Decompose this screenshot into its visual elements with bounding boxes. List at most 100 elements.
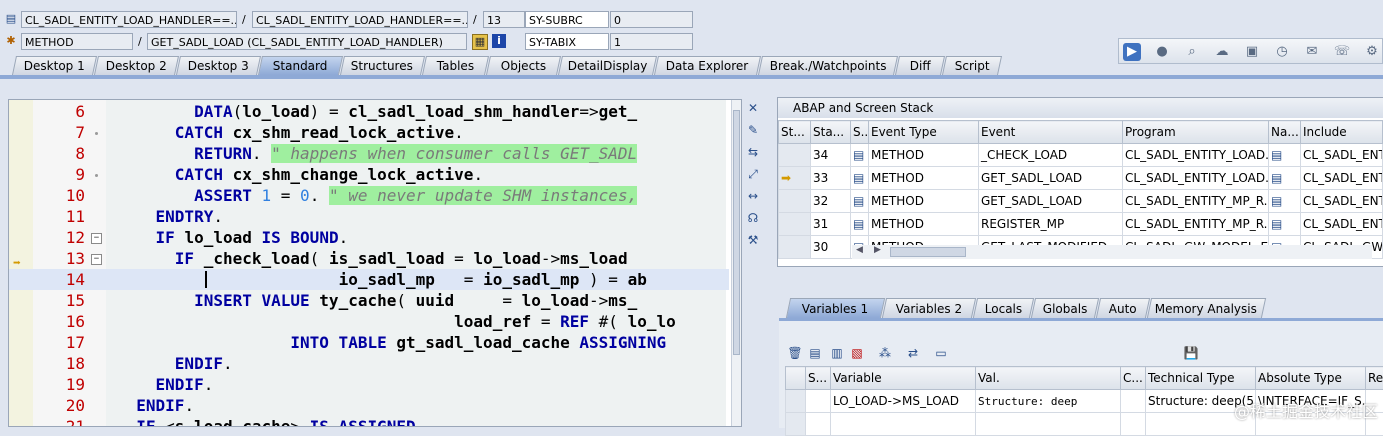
line-field[interactable]: 13: [483, 11, 525, 28]
code-line[interactable]: 11 ENDTRY.: [9, 206, 729, 227]
code-line[interactable]: 20 ENDIF.: [9, 395, 729, 416]
tab-standard[interactable]: Standard: [258, 56, 343, 75]
column-header[interactable]: S...: [806, 367, 831, 390]
code-line[interactable]: 8 RETURN. " happens when consumer calls …: [9, 143, 729, 164]
tab-underline: [0, 75, 1383, 79]
mail-icon[interactable]: ✉: [1303, 43, 1321, 61]
column-header[interactable]: C...: [1121, 367, 1146, 390]
source-code-editor[interactable]: 6 DATA(lo_load) = cl_sadl_load_shm_handl…: [8, 99, 742, 427]
collapse-toggle[interactable]: −: [91, 254, 102, 265]
display-object-icon[interactable]: ▦: [472, 34, 488, 50]
append-row-icon[interactable]: ▥: [829, 345, 845, 361]
tab-desktop-3[interactable]: Desktop 3: [176, 56, 261, 75]
column-header[interactable]: Val.: [976, 367, 1121, 390]
tab-objects[interactable]: Objects: [486, 56, 561, 75]
clock-icon[interactable]: ◷: [1273, 43, 1291, 61]
column-header[interactable]: Na...: [1269, 121, 1301, 144]
code-line[interactable]: 17 INTO TABLE gt_sadl_load_cache ASSIGNI…: [9, 332, 729, 353]
remove-row-icon[interactable]: ▧: [849, 345, 865, 361]
code-line[interactable]: 13−➡ IF _check_load( is_sadl_load = lo_l…: [9, 248, 729, 269]
code-line[interactable]: 21 IF <s_load_cache> IS ASSIGNED.: [9, 416, 729, 427]
tab-data-explorer[interactable]: Data Explorer: [654, 56, 761, 75]
editor-scroll-thumb[interactable]: [733, 110, 740, 355]
event-field[interactable]: GET_SADL_LOAD (CL_SADL_ENTITY_LOAD_HANDL…: [147, 33, 467, 50]
close-icon[interactable]: ✕: [745, 100, 761, 116]
settings-icon[interactable]: ⚙: [1363, 43, 1381, 61]
collapse-toggle[interactable]: −: [91, 233, 102, 244]
tab-variables-2[interactable]: Variables 2: [882, 298, 976, 318]
tab-variables-1[interactable]: Variables 1: [786, 298, 885, 318]
tab-locals[interactable]: Locals: [973, 298, 1034, 318]
column-header[interactable]: Program: [1123, 121, 1269, 144]
code-line[interactable]: 10 ASSERT 1 = 0. " we never update SHM i…: [9, 185, 729, 206]
save-icon[interactable]: 💾: [1183, 345, 1199, 361]
maximize-icon[interactable]: ⤢: [745, 166, 761, 182]
cloud-icon[interactable]: ☁: [1213, 43, 1231, 61]
tab-script[interactable]: Script: [942, 56, 1002, 75]
delete-icon[interactable]: 🗑: [787, 345, 803, 361]
tab-globals[interactable]: Globals: [1031, 298, 1099, 318]
code-line[interactable]: 6 DATA(lo_load) = cl_sadl_load_shm_handl…: [9, 101, 729, 122]
tab-breakpoints[interactable]: Break./Watchpoints: [758, 56, 898, 75]
column-header[interactable]: Event: [979, 121, 1123, 144]
search-icon[interactable]: ⌕: [1183, 43, 1201, 61]
event-type-field[interactable]: METHOD: [21, 33, 133, 50]
code-line[interactable]: 12− IF lo_load IS BOUND.: [9, 227, 729, 248]
column-header[interactable]: Event Type: [869, 121, 979, 144]
sysvar1-value[interactable]: 0: [610, 11, 693, 28]
column-header[interactable]: St...: [779, 121, 811, 144]
services-icon[interactable]: ⚒: [745, 232, 761, 248]
window-icon[interactable]: ▣: [1243, 43, 1261, 61]
code-line[interactable]: 9 CATCH cx_shm_change_lock_active.: [9, 164, 729, 185]
resize-icon[interactable]: ↔: [745, 188, 761, 204]
code-line[interactable]: 18 ENDIF.: [9, 353, 729, 374]
hierarchy-icon[interactable]: ⇄: [905, 345, 921, 361]
code-line[interactable]: 7 CATCH cx_shm_read_lock_active.: [9, 122, 729, 143]
code-line[interactable]: 16 load_ref = REF #( lo_lo: [9, 311, 729, 332]
stack-row[interactable]: 34▤METHOD_CHECK_LOADCL_SADL_ENTITY_LOAD.…: [779, 144, 1383, 167]
column-header[interactable]: Include: [1301, 121, 1383, 144]
code-line[interactable]: 14 io_sadl_mp = io_sadl_mp ) = ab: [9, 269, 729, 290]
editor-scrollbar[interactable]: [731, 100, 742, 426]
folder-icon[interactable]: ▭: [933, 345, 949, 361]
play-icon[interactable]: ▶: [1123, 43, 1141, 61]
column-header[interactable]: Sta...: [811, 121, 851, 144]
scroll-left-icon[interactable]: ◀: [856, 245, 863, 255]
tab-desktop-1[interactable]: Desktop 1: [12, 56, 97, 75]
program-name: CL_SADL_ENTITY_MP_R...: [1123, 190, 1269, 213]
insert-row-icon[interactable]: ▤: [807, 345, 823, 361]
code-line[interactable]: 15 INSERT VALUE ty_cache( uuid = lo_load…: [9, 290, 729, 311]
column-header[interactable]: Absolute Type: [1256, 367, 1366, 390]
new-tool-icon[interactable]: ✎: [745, 122, 761, 138]
sysvar1-name[interactable]: SY-SUBRC: [525, 11, 609, 28]
tab-desktop-2[interactable]: Desktop 2: [94, 56, 179, 75]
program-field[interactable]: CL_SADL_ENTITY_LOAD_HANDLER==...: [21, 11, 237, 28]
tab-tables[interactable]: Tables: [422, 56, 489, 75]
sysvar2-name[interactable]: SY-TABIX: [525, 33, 609, 50]
column-header[interactable]: S...: [851, 121, 869, 144]
stack-row[interactable]: 31▤METHODREGISTER_MPCL_SADL_ENTITY_MP_R.…: [779, 213, 1383, 236]
stack-row[interactable]: ➡33▤METHODGET_SADL_LOADCL_SADL_ENTITY_LO…: [779, 167, 1383, 190]
stack-row[interactable]: 32▤METHODGET_SADL_LOADCL_SADL_ENTITY_MP_…: [779, 190, 1383, 213]
headphones-icon[interactable]: ☊: [745, 210, 761, 226]
tab-auto[interactable]: Auto: [1096, 298, 1150, 318]
stack-hscroll-thumb[interactable]: [890, 247, 966, 257]
include-field[interactable]: CL_SADL_ENTITY_LOAD_HANDLER==...: [252, 11, 468, 28]
column-header[interactable]: Variable: [831, 367, 976, 390]
info-icon[interactable]: i: [492, 34, 506, 48]
tab-structures[interactable]: Structures: [340, 56, 425, 75]
tab-diff[interactable]: Diff: [895, 56, 945, 75]
scroll-right-icon[interactable]: ▶: [874, 245, 881, 255]
tree-icon[interactable]: ⁂: [877, 345, 893, 361]
phone-icon[interactable]: ☏: [1333, 43, 1351, 61]
sysvar2-value[interactable]: 1: [610, 33, 693, 50]
column-header[interactable]: [786, 367, 806, 390]
code-line[interactable]: 19 ENDIF.: [9, 374, 729, 395]
column-header[interactable]: Re: [1366, 367, 1383, 390]
user-icon[interactable]: ●: [1153, 43, 1171, 61]
tab-memory-analysis[interactable]: Memory Analysis: [1147, 298, 1266, 318]
swap-icon[interactable]: ⇆: [745, 144, 761, 160]
tab-detaildisplay[interactable]: DetailDisplay: [558, 56, 657, 75]
stack-hscroll[interactable]: ◀ ▶: [852, 245, 1372, 259]
column-header[interactable]: Technical Type: [1146, 367, 1256, 390]
